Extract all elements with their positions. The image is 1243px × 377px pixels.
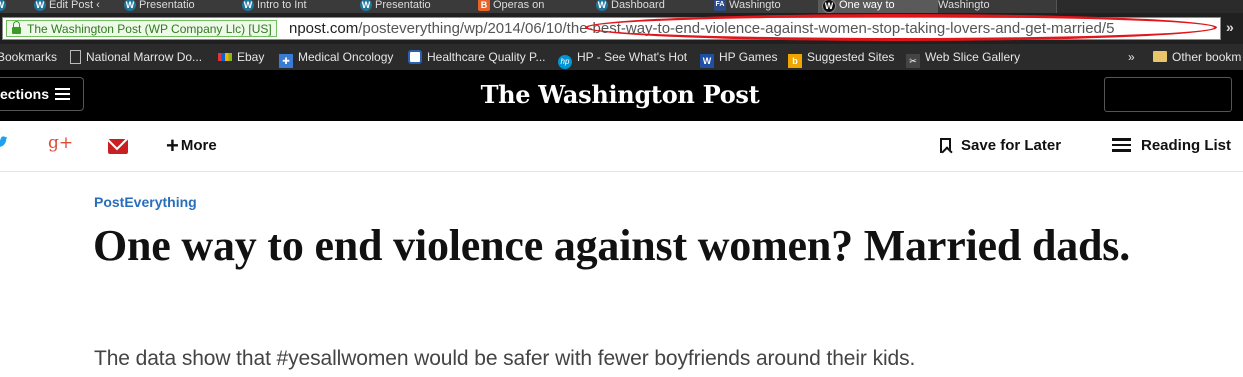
browser-tab[interactable]: W Presentatio — [356, 0, 475, 13]
web-slice-icon: ✂ — [906, 54, 920, 68]
wordpress-icon: W — [596, 0, 608, 11]
hamburger-icon — [55, 88, 70, 100]
folder-icon — [1153, 51, 1167, 62]
page-icon — [70, 50, 81, 64]
bookmark-icon — [940, 138, 951, 153]
wordpress-icon: W — [124, 0, 136, 11]
browser-tab[interactable]: W — [0, 0, 31, 13]
bookmark-item[interactable]: b Suggested Sites — [788, 48, 894, 68]
site-header: ections The Washington Post — [0, 70, 1243, 121]
browser-tab[interactable]: Washingto — [938, 0, 1057, 13]
browser-tab[interactable]: W Edit Post ‹ — [30, 0, 121, 13]
browser-tab-strip: W WEdit Post ‹ WPresentatio WIntro to In… — [0, 0, 1243, 13]
more-share-button[interactable]: + More — [166, 133, 217, 158]
article-headline: One way to end violence against women? M… — [93, 221, 1131, 270]
bookmark-item[interactable]: hp HP - See What's Hot — [558, 48, 687, 69]
bookmark-item[interactable]: ✂ Web Slice Gallery — [906, 48, 1020, 68]
share-bar: g+ + More Save for Later Reading List — [0, 121, 1243, 172]
browser-tab[interactable]: W Dashboard — [592, 0, 711, 13]
ev-certificate-badge[interactable]: The Washington Post (WP Company Llc) [US… — [6, 20, 277, 37]
bookmark-item[interactable]: Bookmarks — [0, 48, 57, 66]
browser-tab[interactable]: FA Washingto — [710, 0, 819, 13]
wordpress-icon: W — [34, 0, 46, 11]
lock-icon — [12, 21, 21, 34]
twitter-icon[interactable] — [0, 135, 8, 149]
bookmarks-overflow[interactable]: » — [1128, 48, 1135, 66]
bookmarks-bar: Bookmarks National Marrow Do... Ebay ✚ Me… — [0, 44, 1243, 71]
blogger-icon: B — [478, 0, 490, 11]
list-icon — [1112, 138, 1131, 152]
url-text[interactable]: npost.com/posteverything/wp/2014/06/10/t… — [289, 19, 1214, 39]
section-kicker[interactable]: PostEverything — [94, 193, 197, 211]
mail-icon[interactable] — [108, 139, 128, 154]
url-bar[interactable]: The Washington Post (WP Company Llc) [US… — [2, 17, 1221, 40]
article-subheadline: The data show that #yesallwomen would be… — [94, 347, 916, 370]
plus-icon: + — [166, 133, 179, 158]
suggested-sites-icon: b — [788, 54, 802, 68]
bookmark-item[interactable]: National Marrow Do... — [70, 48, 202, 66]
bookmark-item[interactable]: Healthcare Quality P... — [408, 48, 546, 66]
address-bar-row: The Washington Post (WP Company Llc) [US… — [0, 13, 1243, 44]
browser-tab[interactable]: B Operas on — [474, 0, 593, 13]
browser-tab-active[interactable]: W One way to — [818, 0, 939, 13]
wordpress-icon: W — [360, 0, 372, 11]
wordpress-icon: W — [0, 0, 6, 11]
fa-icon: FA — [714, 0, 726, 11]
bookmark-item[interactable]: ✚ Medical Oncology — [279, 48, 393, 68]
bookmark-item[interactable]: Ebay — [218, 48, 264, 66]
save-for-later-button[interactable]: Save for Later — [940, 136, 1061, 156]
hp-icon: hp — [558, 55, 572, 69]
browser-tab[interactable]: W Intro to Int — [238, 0, 357, 13]
reading-list-button[interactable]: Reading List — [1112, 136, 1231, 156]
hp-games-icon: W — [700, 54, 714, 68]
chevron-right-icon[interactable]: » — [1226, 19, 1234, 35]
bookmark-item[interactable]: W HP Games — [700, 48, 777, 68]
wapo-icon: W — [822, 0, 836, 13]
account-button[interactable] — [1104, 77, 1232, 112]
sections-button[interactable]: ections — [0, 77, 84, 111]
wordpress-icon: W — [242, 0, 254, 11]
hq-icon — [408, 50, 422, 64]
medical-icon: ✚ — [279, 54, 293, 68]
browser-tab[interactable]: W Presentatio — [120, 0, 239, 13]
google-plus-icon[interactable]: g+ — [48, 133, 73, 153]
ebay-icon — [218, 53, 232, 61]
site-logo[interactable]: The Washington Post — [420, 80, 820, 110]
other-bookmarks[interactable]: Other bookm — [1153, 48, 1241, 66]
